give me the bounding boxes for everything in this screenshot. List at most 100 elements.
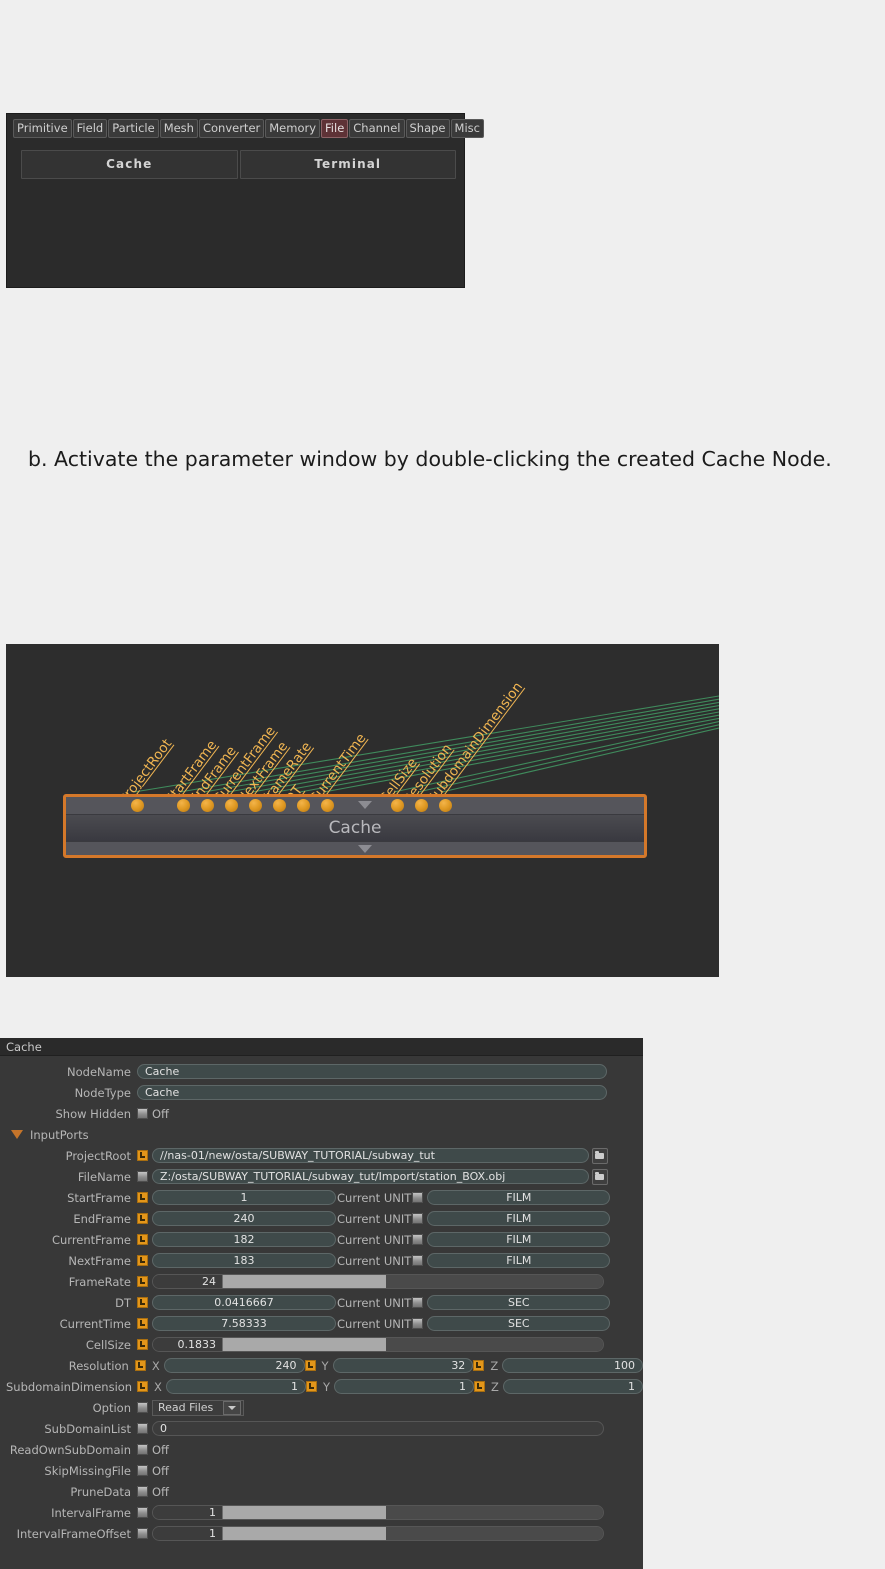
cache-node[interactable]: Cache	[63, 794, 647, 858]
port-connected-icon[interactable]	[137, 1213, 148, 1224]
tab-converter[interactable]: Converter	[198, 119, 265, 138]
value-input-dt[interactable]: 0.0416667	[152, 1295, 336, 1310]
axis-input-subdomaindimension-x[interactable]: 1	[165, 1379, 306, 1394]
tab-channel[interactable]: Channel	[349, 119, 405, 138]
tab-field[interactable]: Field	[72, 119, 108, 138]
node-port-framerate[interactable]	[273, 799, 286, 812]
slider-value[interactable]: 24	[153, 1275, 223, 1288]
slider-framerate[interactable]: 24	[152, 1274, 604, 1289]
unit-value-endframe[interactable]: FILM	[427, 1211, 611, 1226]
port-connected-icon[interactable]	[137, 1150, 148, 1161]
axis-port-icon-x[interactable]	[134, 1360, 146, 1371]
axis-input-resolution-y[interactable]: 32	[332, 1358, 474, 1373]
port-connected-icon[interactable]	[137, 1339, 148, 1350]
slider-value[interactable]: 1	[153, 1527, 223, 1540]
node-output-triangle-icon[interactable]	[358, 845, 372, 853]
browse-folder-button[interactable]	[592, 1147, 608, 1164]
slider-track[interactable]	[223, 1338, 603, 1351]
port-disconnected-icon[interactable]	[137, 1444, 148, 1455]
tab-file[interactable]: File	[321, 119, 349, 138]
node-port-currenttime[interactable]	[321, 799, 334, 812]
path-input-projectroot[interactable]: //nas-01/new/osta/SUBWAY_TUTORIAL/subway…	[152, 1148, 589, 1163]
slider-intervalframeoffset[interactable]: 1	[152, 1526, 604, 1541]
slider-track[interactable]	[223, 1275, 603, 1288]
axis-port-icon-z[interactable]	[474, 1381, 486, 1392]
slider-intervalframe[interactable]: 1	[152, 1505, 604, 1520]
node-port-currentframe[interactable]	[225, 799, 238, 812]
port-disconnected-icon[interactable]	[137, 1465, 148, 1476]
node-button-terminal[interactable]: Terminal	[239, 150, 456, 179]
slider-track[interactable]	[223, 1506, 603, 1519]
unit-port-icon[interactable]	[412, 1234, 424, 1245]
port-disconnected-icon[interactable]	[137, 1507, 148, 1518]
unit-value-nextframe[interactable]: FILM	[427, 1253, 611, 1268]
slider-value[interactable]: 0.1833	[153, 1338, 223, 1351]
value-input-startframe[interactable]: 1	[152, 1190, 336, 1205]
unit-value-currentframe[interactable]: FILM	[427, 1232, 611, 1247]
node-port-projectroot[interactable]	[131, 799, 144, 812]
port-connected-icon[interactable]	[137, 1255, 148, 1266]
port-disconnected-icon[interactable]	[137, 1402, 148, 1413]
unit-value-currenttime[interactable]: SEC	[427, 1316, 611, 1331]
browse-folder-button[interactable]	[592, 1168, 608, 1185]
port-disconnected-icon[interactable]	[137, 1171, 148, 1182]
axis-input-subdomaindimension-z[interactable]: 1	[502, 1379, 643, 1394]
param-group-inputports[interactable]: InputPorts	[0, 1124, 643, 1145]
port-connected-icon[interactable]	[137, 1297, 148, 1308]
node-input-triangle-icon[interactable]	[358, 801, 372, 809]
node-port-startframe[interactable]	[177, 799, 190, 812]
value-input-endframe[interactable]: 240	[152, 1211, 336, 1226]
unit-port-icon[interactable]	[412, 1255, 424, 1266]
node-port-dt[interactable]	[297, 799, 310, 812]
unit-port-icon[interactable]	[412, 1318, 424, 1329]
unit-port-icon[interactable]	[412, 1297, 424, 1308]
node-button-cache[interactable]: Cache	[21, 150, 238, 179]
node-graph-panel[interactable]: ProjectRoot StartFrame EndFrame CurrentFram…	[6, 644, 719, 977]
tab-misc[interactable]: Misc	[450, 119, 484, 138]
axis-input-subdomaindimension-y[interactable]: 1	[333, 1379, 475, 1394]
unit-port-icon[interactable]	[412, 1192, 424, 1203]
toggle-value-readownsubdomain[interactable]: Off	[152, 1443, 169, 1457]
node-port-resolution[interactable]	[415, 799, 428, 812]
value-input-currenttime[interactable]: 7.58333	[152, 1316, 336, 1331]
axis-port-icon-z[interactable]	[473, 1360, 485, 1371]
value-input-currentframe[interactable]: 182	[152, 1232, 336, 1247]
tab-shape[interactable]: Shape	[405, 119, 450, 138]
toggle-value-prunedata[interactable]: Off	[152, 1485, 169, 1499]
path-input-filename[interactable]: Z:/osta/SUBWAY_TUTORIAL/subway_tut/Impor…	[152, 1169, 589, 1184]
axis-port-icon-y[interactable]	[305, 1381, 317, 1392]
dropdown-option[interactable]: Read Files	[152, 1399, 245, 1416]
text-input-nodetype[interactable]: Cache	[137, 1085, 607, 1100]
slider-value[interactable]: 1	[153, 1506, 223, 1519]
tab-primitive[interactable]: Primitive	[13, 119, 72, 138]
axis-port-icon-y[interactable]	[304, 1360, 316, 1371]
slider-cellsize[interactable]: 0.1833	[152, 1337, 604, 1352]
unit-value-dt[interactable]: SEC	[427, 1295, 611, 1310]
node-port-cellsize[interactable]	[391, 799, 404, 812]
node-port-subdomaindimension[interactable]	[439, 799, 452, 812]
axis-input-resolution-x[interactable]: 240	[163, 1358, 305, 1373]
unit-port-icon[interactable]	[412, 1213, 424, 1224]
axis-input-resolution-z[interactable]: 100	[502, 1358, 643, 1373]
chevron-down-icon[interactable]	[223, 1400, 242, 1415]
node-port-endframe[interactable]	[201, 799, 214, 812]
port-connected-icon[interactable]	[137, 1276, 148, 1287]
node-port-nextframe[interactable]	[249, 799, 262, 812]
tab-memory[interactable]: Memory	[265, 119, 321, 138]
port-connected-icon[interactable]	[137, 1192, 148, 1203]
toggle-value-show-hidden[interactable]: Off	[152, 1107, 169, 1121]
axis-port-icon-x[interactable]	[137, 1381, 148, 1392]
unit-value-startframe[interactable]: FILM	[427, 1190, 611, 1205]
port-disconnected-icon[interactable]	[137, 1486, 148, 1497]
toggle-value-skipmissingfile[interactable]: Off	[152, 1464, 169, 1478]
slider-track[interactable]	[223, 1527, 603, 1540]
disclosure-triangle-icon[interactable]	[11, 1130, 23, 1139]
text-input-nodename[interactable]: Cache	[137, 1064, 607, 1079]
tab-mesh[interactable]: Mesh	[159, 119, 198, 138]
value-input-nextframe[interactable]: 183	[152, 1253, 336, 1268]
port-connected-icon[interactable]	[137, 1234, 148, 1245]
text-input-subdomainlist[interactable]: 0	[152, 1421, 604, 1436]
port-disconnected-icon[interactable]	[137, 1108, 148, 1119]
port-disconnected-icon[interactable]	[137, 1423, 148, 1434]
port-connected-icon[interactable]	[137, 1318, 148, 1329]
